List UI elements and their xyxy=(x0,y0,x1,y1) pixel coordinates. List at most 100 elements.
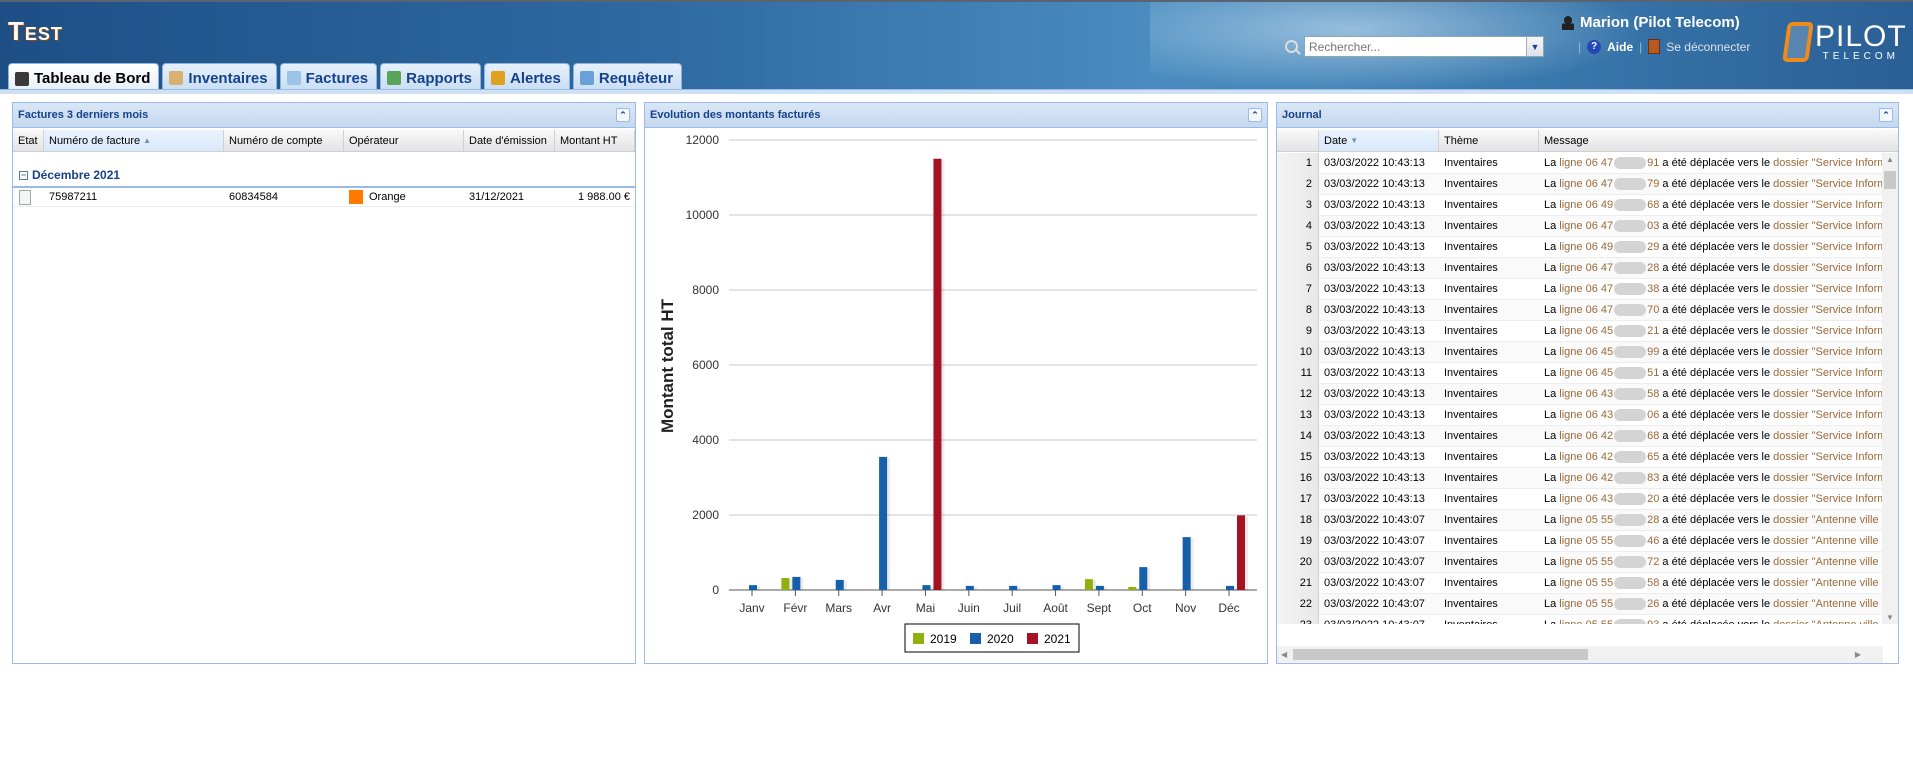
line-link[interactable]: ligne 05 55 26 xyxy=(1559,598,1659,611)
collapse-icon[interactable]: ⌃ xyxy=(1879,108,1893,122)
line-link[interactable]: ligne 06 47 28 xyxy=(1559,262,1659,275)
line-link[interactable]: ligne 06 42 83 xyxy=(1559,472,1659,485)
folder-link[interactable]: dossier "Service Inform xyxy=(1773,367,1883,379)
scroll-right-icon[interactable]: ▶ xyxy=(1855,650,1861,659)
journal-row[interactable]: 12 03/03/2022 10:43:13 Inventaires La li… xyxy=(1277,383,1883,405)
column-message[interactable]: Message xyxy=(1539,130,1898,151)
line-link[interactable]: ligne 06 45 21 xyxy=(1559,325,1659,338)
line-link[interactable]: ligne 06 45 51 xyxy=(1559,367,1659,380)
tab-alertes[interactable]: Alertes xyxy=(484,63,570,91)
journal-row[interactable]: 16 03/03/2022 10:43:13 Inventaires La li… xyxy=(1277,467,1883,489)
help-icon[interactable]: ? xyxy=(1587,39,1602,54)
scrollbar-thumb[interactable] xyxy=(1884,171,1896,189)
line-link[interactable]: ligne 06 45 99 xyxy=(1559,346,1659,359)
line-link[interactable]: ligne 06 43 58 xyxy=(1559,388,1659,401)
line-link[interactable]: ligne 06 47 03 xyxy=(1559,220,1659,233)
folder-link[interactable]: dossier "Service Inform xyxy=(1773,220,1883,232)
journal-row[interactable]: 23 03/03/2022 10:43:07 Inventaires La li… xyxy=(1277,614,1883,624)
folder-link[interactable]: dossier "Service Inform xyxy=(1773,451,1883,463)
folder-link[interactable]: dossier "Service Inform xyxy=(1773,157,1883,169)
journal-row[interactable]: 8 03/03/2022 10:43:13 Inventaires La lig… xyxy=(1277,299,1883,321)
column-etat[interactable]: Etat xyxy=(13,130,44,151)
vertical-scrollbar[interactable]: ▲ ▼ xyxy=(1882,153,1898,624)
folder-link[interactable]: dossier "Service Inform xyxy=(1773,241,1883,253)
line-link[interactable]: ligne 06 47 70 xyxy=(1559,304,1659,317)
journal-row[interactable]: 4 03/03/2022 10:43:13 Inventaires La lig… xyxy=(1277,215,1883,237)
journal-row[interactable]: 9 03/03/2022 10:43:13 Inventaires La lig… xyxy=(1277,320,1883,342)
scroll-up-icon[interactable]: ▲ xyxy=(1886,155,1894,164)
journal-row[interactable]: 19 03/03/2022 10:43:07 Inventaires La li… xyxy=(1277,530,1883,552)
scroll-down-icon[interactable]: ▼ xyxy=(1886,613,1894,622)
line-link[interactable]: ligne 06 49 68 xyxy=(1559,199,1659,212)
folder-link[interactable]: dossier "Service Inform xyxy=(1773,178,1883,190)
folder-link[interactable]: dossier "Service Inform xyxy=(1773,388,1883,400)
journal-row[interactable]: 17 03/03/2022 10:43:13 Inventaires La li… xyxy=(1277,488,1883,510)
tab-rapports[interactable]: Rapports xyxy=(380,63,481,91)
line-link[interactable]: ligne 06 42 65 xyxy=(1559,451,1659,464)
search-input[interactable] xyxy=(1305,37,1526,56)
tab-requ-teur[interactable]: Requêteur xyxy=(572,63,683,91)
journal-row[interactable]: 7 03/03/2022 10:43:13 Inventaires La lig… xyxy=(1277,278,1883,300)
line-link[interactable]: ligne 06 43 06 xyxy=(1559,409,1659,422)
line-link[interactable]: ligne 06 49 29 xyxy=(1559,241,1659,254)
line-link[interactable]: ligne 06 47 91 xyxy=(1559,157,1659,170)
line-link[interactable]: ligne 05 55 28 xyxy=(1559,514,1659,527)
journal-row[interactable]: 6 03/03/2022 10:43:13 Inventaires La lig… xyxy=(1277,257,1883,279)
journal-row[interactable]: 21 03/03/2022 10:43:07 Inventaires La li… xyxy=(1277,572,1883,594)
line-link[interactable]: ligne 05 55 46 xyxy=(1559,535,1659,548)
journal-row[interactable]: 5 03/03/2022 10:43:13 Inventaires La lig… xyxy=(1277,236,1883,258)
journal-row[interactable]: 13 03/03/2022 10:43:13 Inventaires La li… xyxy=(1277,404,1883,426)
logout-icon[interactable] xyxy=(1648,39,1661,54)
column-operateur[interactable]: Opérateur xyxy=(344,130,464,151)
collapse-icon[interactable]: ⌃ xyxy=(616,108,630,122)
journal-row[interactable]: 3 03/03/2022 10:43:13 Inventaires La lig… xyxy=(1277,194,1883,216)
help-link[interactable]: Aide xyxy=(1607,40,1633,54)
folder-link[interactable]: dossier "Service Inform xyxy=(1773,409,1883,421)
folder-link[interactable]: dossier "Antenne ville : xyxy=(1773,514,1883,526)
journal-row[interactable]: 15 03/03/2022 10:43:13 Inventaires La li… xyxy=(1277,446,1883,468)
journal-row[interactable]: 18 03/03/2022 10:43:07 Inventaires La li… xyxy=(1277,509,1883,531)
horizontal-scrollbar[interactable]: ◀ ▶ xyxy=(1277,646,1883,663)
column-numero-facture[interactable]: Numéro de facture ▲ xyxy=(44,130,224,151)
folder-link[interactable]: dossier "Service Inform xyxy=(1773,493,1883,505)
logout-link[interactable]: Se déconnecter xyxy=(1666,40,1750,54)
folder-link[interactable]: dossier "Service Inform xyxy=(1773,262,1883,274)
journal-row[interactable]: 14 03/03/2022 10:43:13 Inventaires La li… xyxy=(1277,425,1883,447)
journal-row[interactable]: 1 03/03/2022 10:43:13 Inventaires La lig… xyxy=(1277,153,1883,174)
tab-factures[interactable]: Factures xyxy=(279,63,378,91)
line-link[interactable]: ligne 06 42 68 xyxy=(1559,430,1659,443)
folder-link[interactable]: dossier "Service Inform xyxy=(1773,199,1883,211)
collapse-group-icon[interactable]: − xyxy=(19,170,28,180)
folder-link[interactable]: dossier "Antenne ville : xyxy=(1773,619,1883,624)
journal-row[interactable]: 2 03/03/2022 10:43:13 Inventaires La lig… xyxy=(1277,173,1883,195)
line-link[interactable]: ligne 05 55 58 xyxy=(1559,577,1659,590)
column-date[interactable]: Date ▼ xyxy=(1319,130,1439,151)
journal-row[interactable]: 20 03/03/2022 10:43:07 Inventaires La li… xyxy=(1277,551,1883,573)
column-montant-ht[interactable]: Montant HT xyxy=(555,130,635,151)
column-date-emission[interactable]: Date d'émission xyxy=(464,130,555,151)
line-link[interactable]: ligne 06 43 20 xyxy=(1559,493,1659,506)
search-combobox[interactable]: ▼ xyxy=(1304,36,1544,57)
line-link[interactable]: ligne 06 47 79 xyxy=(1559,178,1659,191)
tab-inventaires[interactable]: Inventaires xyxy=(162,63,277,91)
folder-link[interactable]: dossier "Service Inform xyxy=(1773,472,1883,484)
line-link[interactable]: ligne 05 55 72 xyxy=(1559,556,1659,569)
tab-tableau-de-bord[interactable]: Tableau de Bord xyxy=(8,63,160,91)
folder-link[interactable]: dossier "Service Inform xyxy=(1773,325,1883,337)
table-row[interactable]: 75987211 60834584 Orange 31/12/2021 1 98… xyxy=(13,188,635,207)
journal-row[interactable]: 11 03/03/2022 10:43:13 Inventaires La li… xyxy=(1277,362,1883,384)
journal-row[interactable]: 22 03/03/2022 10:43:07 Inventaires La li… xyxy=(1277,593,1883,615)
folder-link[interactable]: dossier "Service Inform xyxy=(1773,346,1883,358)
chevron-down-icon[interactable]: ▼ xyxy=(1526,37,1543,56)
folder-link[interactable]: dossier "Antenne ville : xyxy=(1773,577,1883,589)
collapse-icon[interactable]: ⌃ xyxy=(1248,108,1262,122)
folder-link[interactable]: dossier "Antenne ville : xyxy=(1773,556,1883,568)
folder-link[interactable]: dossier "Antenne ville : xyxy=(1773,535,1883,547)
column-theme[interactable]: Thème xyxy=(1439,130,1539,151)
column-numero-compte[interactable]: Numéro de compte xyxy=(224,130,344,151)
scrollbar-thumb[interactable] xyxy=(1293,649,1588,660)
group-row[interactable]: − Décembre 2021 xyxy=(13,164,635,188)
scroll-left-icon[interactable]: ◀ xyxy=(1281,650,1287,659)
folder-link[interactable]: dossier "Service Inform xyxy=(1773,430,1883,442)
folder-link[interactable]: dossier "Service Inform xyxy=(1773,304,1883,316)
